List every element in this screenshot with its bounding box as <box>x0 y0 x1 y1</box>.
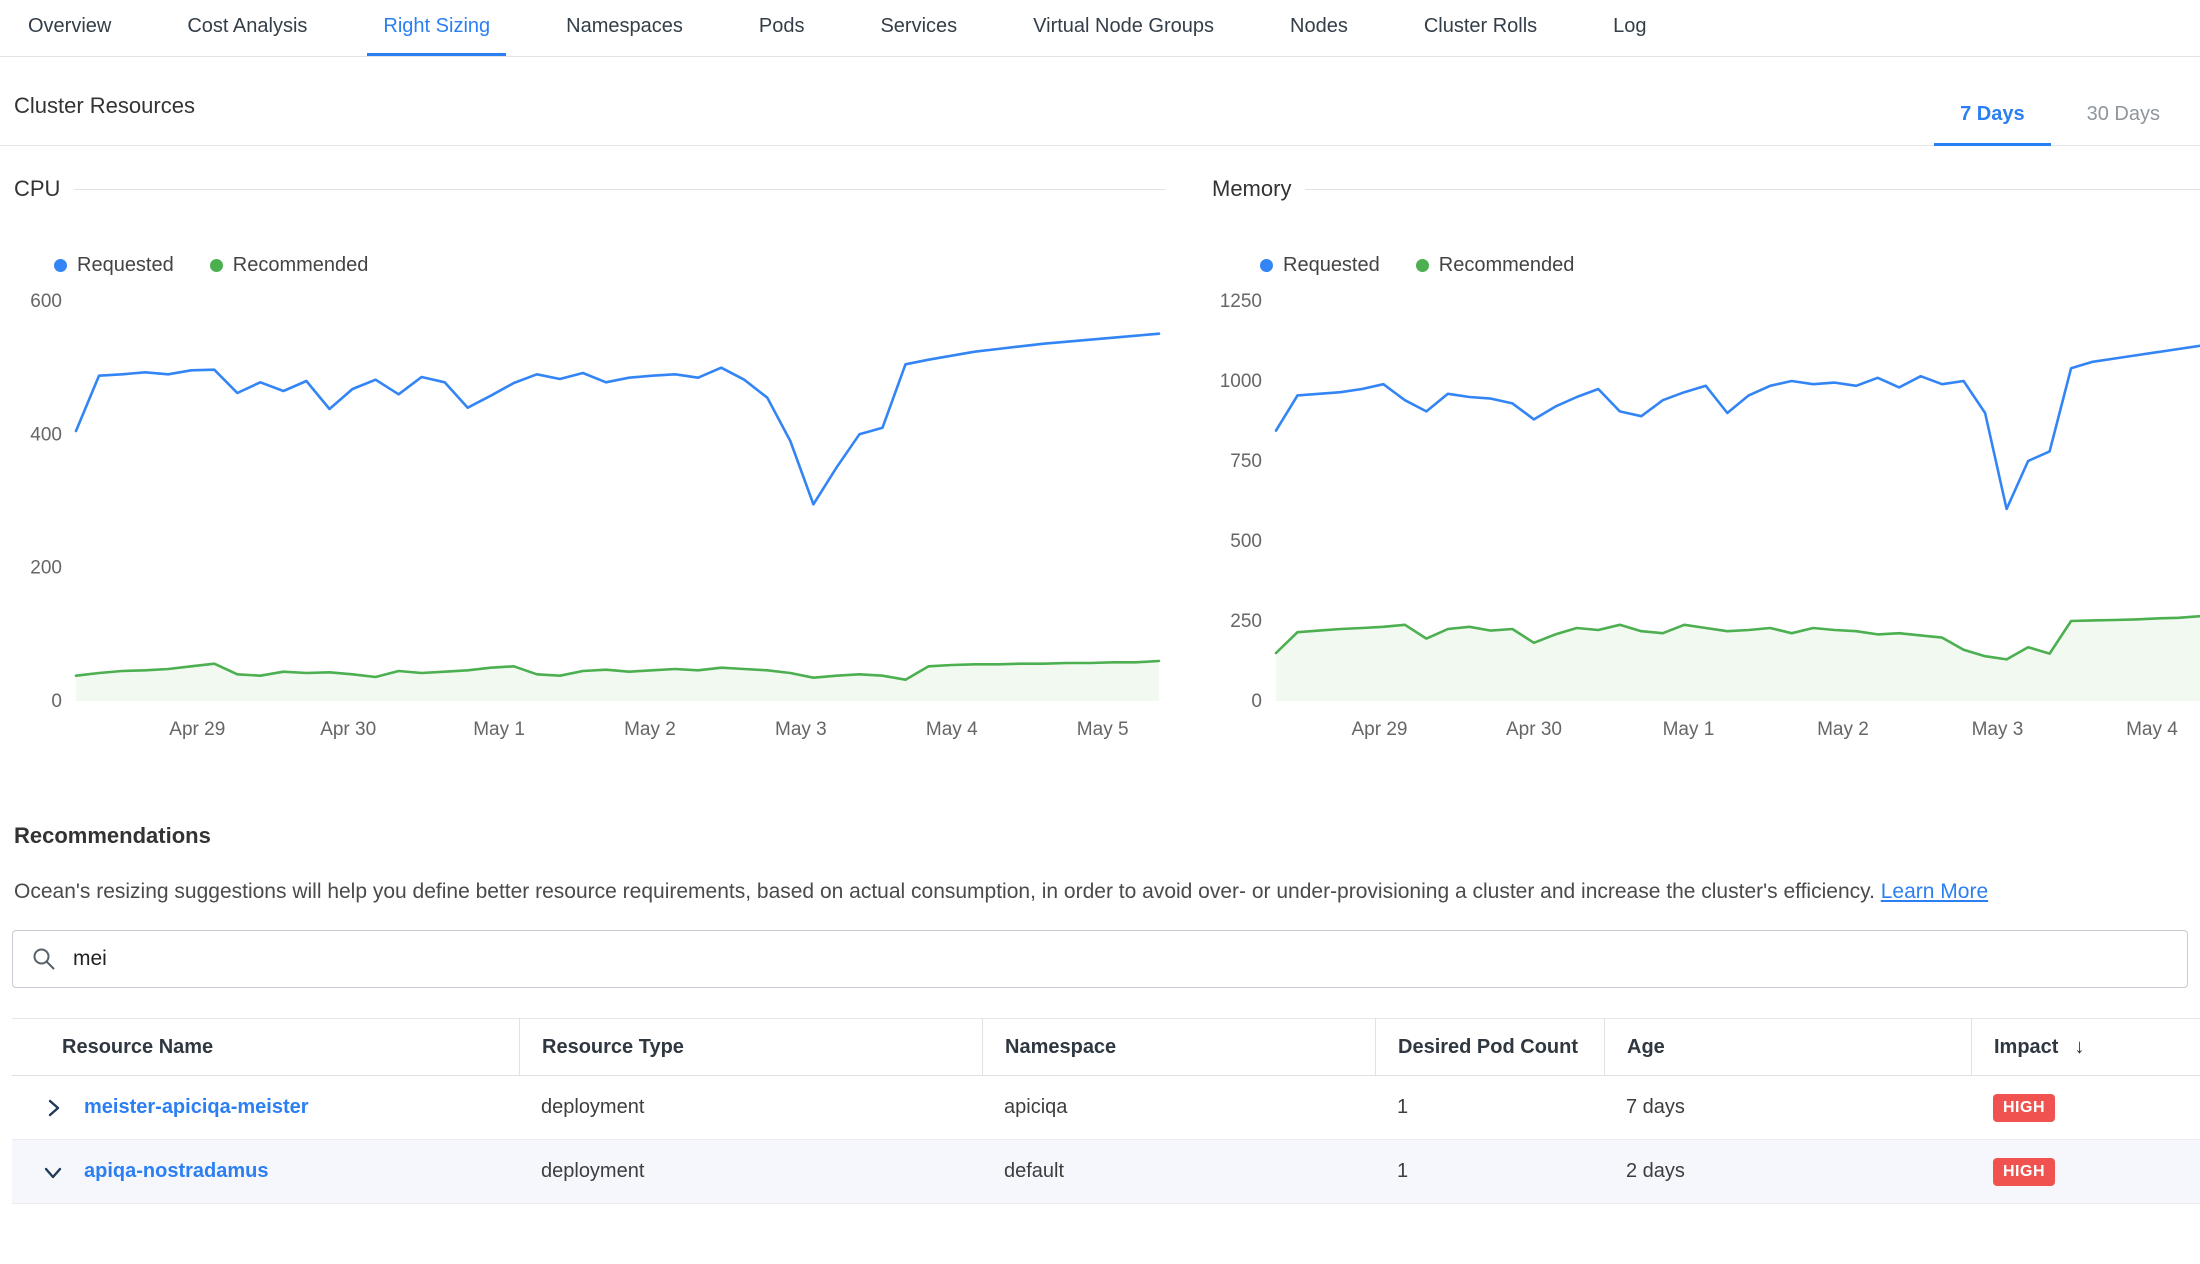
title-divider-line <box>74 189 1165 190</box>
chevron-down-icon[interactable] <box>42 1161 64 1183</box>
recommended-dot-icon <box>210 259 223 272</box>
legend-item-recommended[interactable]: Recommended <box>1416 254 1575 277</box>
svg-text:May 3: May 3 <box>1972 719 2024 740</box>
column-header-desired-pod-count[interactable]: Desired Pod Count <box>1375 1019 1604 1075</box>
svg-text:0: 0 <box>51 691 62 712</box>
legend-item-recommended[interactable]: Recommended <box>210 254 369 277</box>
range-7-days[interactable]: 7 Days <box>1934 103 2051 146</box>
requested-dot-icon <box>1260 259 1273 272</box>
memory-chart-legend: Requested Recommended <box>1260 254 2200 277</box>
top-nav-tabs: Overview Cost Analysis Right Sizing Name… <box>0 0 2200 57</box>
legend-item-requested[interactable]: Requested <box>1260 254 1380 277</box>
svg-text:May 2: May 2 <box>624 719 676 740</box>
cpu-chart-panel: CPU Requested Recommended 0 200 400 600 Apr … <box>0 146 1165 753</box>
column-header-impact[interactable]: Impact ↓ <box>1971 1019 2200 1075</box>
tab-services[interactable]: Services <box>864 0 973 56</box>
desired-pod-count-cell: 1 <box>1375 1096 1604 1119</box>
column-header-namespace[interactable]: Namespace <box>982 1019 1375 1075</box>
legend-label-recommended: Recommended <box>1439 254 1575 277</box>
tab-cluster-rolls[interactable]: Cluster Rolls <box>1408 0 1553 56</box>
tab-overview[interactable]: Overview <box>12 0 127 56</box>
cpu-line-chart: 0 200 400 600 Apr 29 Apr 30 May 1 May 2 May 3 May… <box>14 283 1164 753</box>
tab-virtual-node-groups[interactable]: Virtual Node Groups <box>1017 0 1230 56</box>
column-header-age[interactable]: Age <box>1604 1019 1971 1075</box>
cluster-resources-title: Cluster Resources <box>14 93 195 119</box>
time-range-toggle: 7 Days 30 Days <box>1934 103 2186 146</box>
svg-text:750: 750 <box>1230 451 1262 472</box>
recommendations-description: Ocean's resizing suggestions will help y… <box>14 877 2180 906</box>
memory-chart-title: Memory <box>1212 176 1291 202</box>
table-row[interactable]: apiqa-nostradamus deployment default 1 2… <box>12 1140 2200 1204</box>
legend-item-requested[interactable]: Requested <box>54 254 174 277</box>
tab-namespaces[interactable]: Namespaces <box>550 0 699 56</box>
svg-text:May 2: May 2 <box>1817 719 1869 740</box>
svg-text:400: 400 <box>30 424 62 445</box>
memory-line-chart: 0 250 500 750 1000 1250 Apr 29 Apr 30 May 1 May 2… <box>1212 283 2200 753</box>
svg-text:1250: 1250 <box>1220 291 1262 312</box>
tab-nodes[interactable]: Nodes <box>1274 0 1364 56</box>
svg-text:May 4: May 4 <box>2126 719 2178 740</box>
requested-dot-icon <box>54 259 67 272</box>
impact-high-badge: HIGH <box>1993 1158 2055 1186</box>
svg-text:Apr 29: Apr 29 <box>169 719 225 740</box>
desired-pod-count-cell: 1 <box>1375 1160 1604 1183</box>
svg-text:Apr 29: Apr 29 <box>1351 719 1407 740</box>
tab-log[interactable]: Log <box>1597 0 1662 56</box>
memory-chart-panel: Memory Requested Recommended 0 250 500 750 1… <box>1165 146 2200 753</box>
chevron-right-icon[interactable] <box>42 1097 64 1119</box>
title-divider-line <box>1305 189 2200 190</box>
svg-text:May 3: May 3 <box>775 719 827 740</box>
svg-text:0: 0 <box>1251 691 1262 712</box>
tab-pods[interactable]: Pods <box>743 0 821 56</box>
cpu-chart-title: CPU <box>14 176 60 202</box>
table-header-row: Resource Name Resource Type Namespace De… <box>12 1018 2200 1076</box>
impact-header-label: Impact <box>1994 1036 2058 1059</box>
age-cell: 7 days <box>1604 1096 1971 1119</box>
resource-type-cell: deployment <box>519 1096 982 1119</box>
svg-text:600: 600 <box>30 291 62 312</box>
right-sizing-page: Overview Cost Analysis Right Sizing Name… <box>0 0 2200 1204</box>
svg-text:May 1: May 1 <box>1663 719 1715 740</box>
learn-more-link[interactable]: Learn More <box>1881 880 1988 903</box>
namespace-cell: default <box>982 1160 1375 1183</box>
column-header-resource-type[interactable]: Resource Type <box>519 1019 982 1075</box>
column-header-resource-name[interactable]: Resource Name <box>12 1019 519 1075</box>
resource-search-box[interactable] <box>12 930 2188 988</box>
svg-text:1000: 1000 <box>1220 371 1262 392</box>
svg-text:Apr 30: Apr 30 <box>1506 719 1562 740</box>
age-cell: 2 days <box>1604 1160 1971 1183</box>
resource-type-cell: deployment <box>519 1160 982 1183</box>
resource-name-link[interactable]: apiqa-nostradamus <box>84 1160 268 1183</box>
legend-label-recommended: Recommended <box>233 254 369 277</box>
recommended-dot-icon <box>1416 259 1429 272</box>
recommendations-table: Resource Name Resource Type Namespace De… <box>12 1018 2200 1204</box>
tab-right-sizing[interactable]: Right Sizing <box>367 0 506 56</box>
range-30-days[interactable]: 30 Days <box>2061 103 2186 146</box>
svg-text:May 5: May 5 <box>1077 719 1129 740</box>
recommendations-description-text: Ocean's resizing suggestions will help y… <box>14 880 1875 903</box>
resource-name-link[interactable]: meister-apiciqa-meister <box>84 1096 309 1119</box>
sort-descending-icon[interactable]: ↓ <box>2074 1036 2084 1059</box>
svg-text:May 1: May 1 <box>473 719 525 740</box>
svg-text:200: 200 <box>30 558 62 579</box>
impact-high-badge: HIGH <box>1993 1094 2055 1122</box>
legend-label-requested: Requested <box>77 254 174 277</box>
table-row[interactable]: meister-apiciqa-meister deployment apici… <box>12 1076 2200 1140</box>
recommendations-title: Recommendations <box>14 823 2200 849</box>
svg-text:Apr 30: Apr 30 <box>320 719 376 740</box>
cpu-chart-legend: Requested Recommended <box>54 254 1165 277</box>
charts-row: CPU Requested Recommended 0 200 400 600 Apr … <box>0 146 2200 753</box>
cluster-resources-header: Cluster Resources 7 Days 30 Days <box>0 57 2200 146</box>
svg-text:May 4: May 4 <box>926 719 978 740</box>
svg-text:500: 500 <box>1230 531 1262 552</box>
search-input[interactable] <box>71 946 2169 972</box>
tab-cost-analysis[interactable]: Cost Analysis <box>171 0 323 56</box>
legend-label-requested: Requested <box>1283 254 1380 277</box>
namespace-cell: apiciqa <box>982 1096 1375 1119</box>
svg-text:250: 250 <box>1230 611 1262 632</box>
search-icon <box>31 946 57 972</box>
